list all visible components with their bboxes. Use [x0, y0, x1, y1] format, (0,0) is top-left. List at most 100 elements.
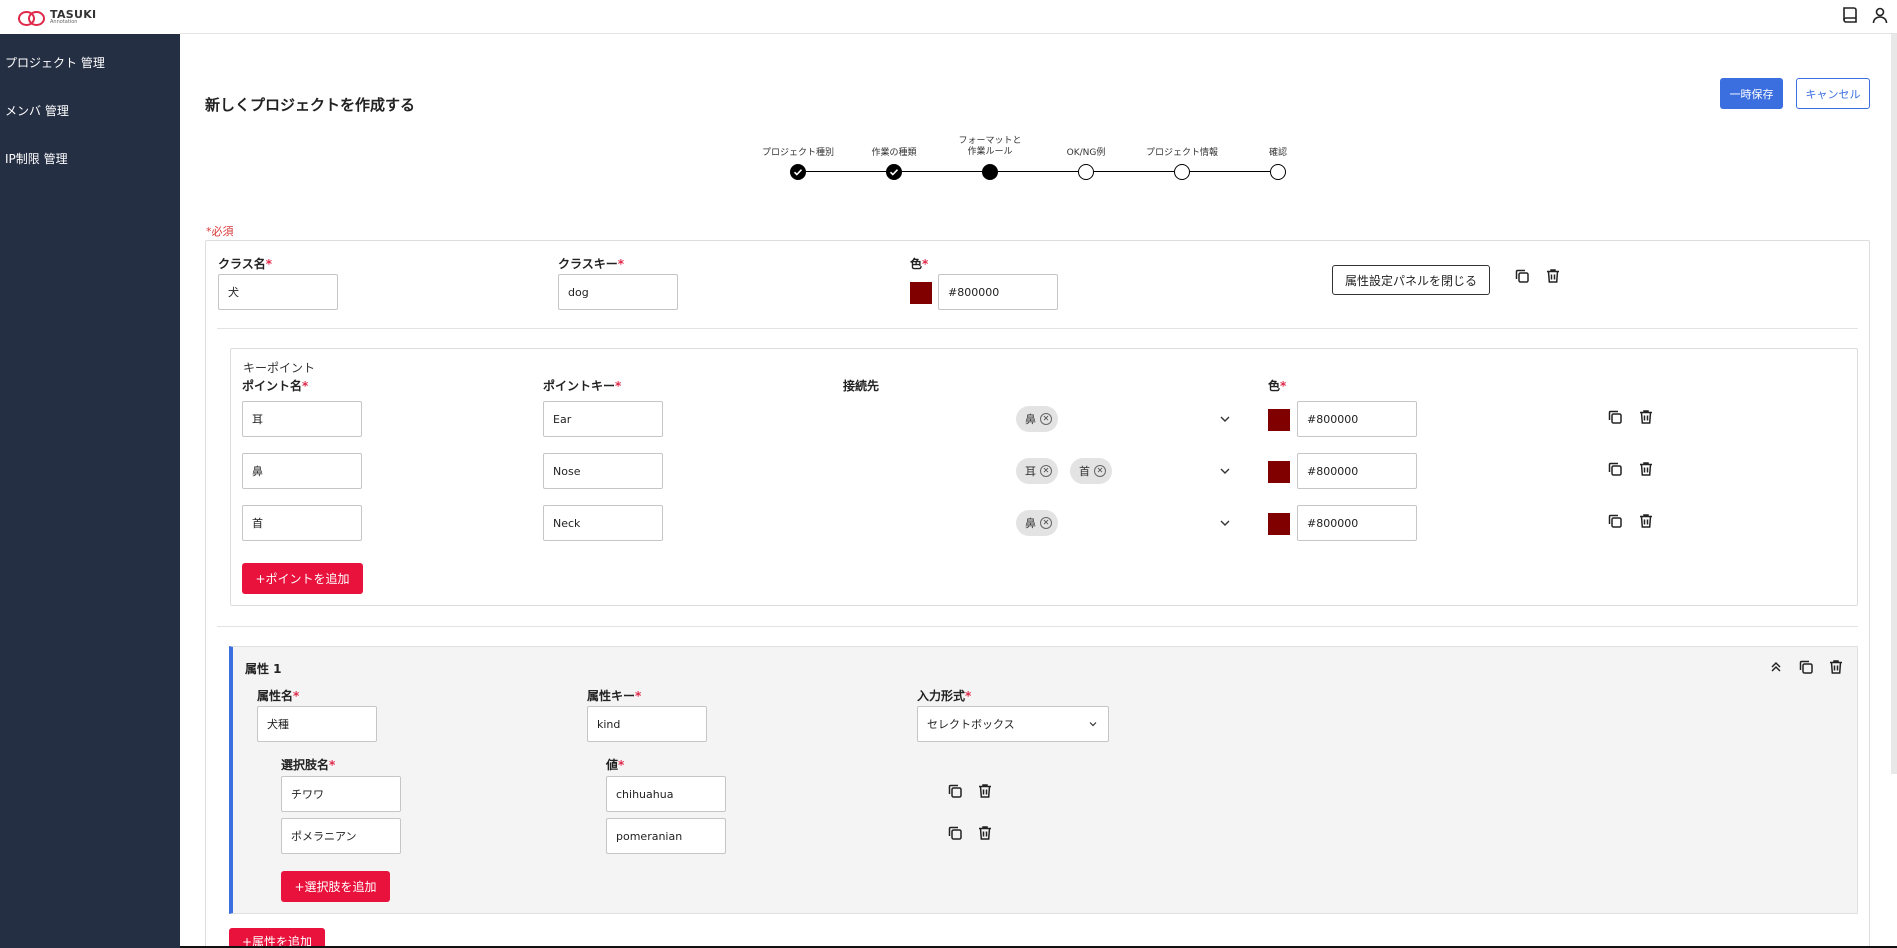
attribute-key-label: 属性キー* — [587, 689, 642, 703]
step-label-work-type: 作業の種類 — [871, 148, 917, 158]
logo-subtitle: Annotation — [50, 19, 78, 25]
sidebar-item-member-management[interactable]: メンバ 管理 — [5, 102, 69, 119]
remove-chip-icon[interactable]: ✕ — [1040, 465, 1052, 477]
keypoint-caption: キーポイント — [243, 361, 316, 375]
close-attribute-panel-button[interactable]: 属性設定パネルを閉じる — [1332, 265, 1490, 295]
add-attribute-button[interactable]: +属性を追加 — [229, 928, 325, 948]
point-color-input[interactable]: #800000 — [1297, 453, 1417, 489]
user-icon[interactable] — [1870, 5, 1890, 25]
input-type-value: セレクトボックス — [927, 718, 1015, 731]
point-name-input[interactable]: 鼻 — [242, 453, 362, 489]
step-label-format-rules: フォーマットと 作業ルール — [958, 136, 1022, 157]
connection-chip[interactable]: 耳 ✕ — [1016, 458, 1058, 484]
copy-icon[interactable] — [945, 781, 965, 801]
attribute-name-input[interactable]: 犬種 — [257, 706, 377, 742]
attribute-panel — [229, 646, 1858, 914]
step-dot-pending — [1270, 164, 1286, 180]
copy-icon[interactable] — [1605, 459, 1625, 479]
class-key-label: クラスキー* — [558, 257, 625, 271]
connection-chip[interactable]: 首 ✕ — [1070, 458, 1112, 484]
trash-icon[interactable] — [975, 823, 995, 843]
input-type-label: 入力形式* — [917, 689, 972, 703]
class-key-input[interactable]: dog — [558, 274, 678, 310]
option-value-input[interactable]: pomeranian — [606, 818, 726, 854]
point-color-swatch[interactable] — [1268, 513, 1290, 535]
copy-icon[interactable] — [945, 823, 965, 843]
connection-chip[interactable]: 鼻 ✕ — [1016, 510, 1058, 536]
attribute-title: 属性 1 — [245, 662, 282, 676]
point-color-swatch[interactable] — [1268, 409, 1290, 431]
trash-icon[interactable] — [1543, 266, 1563, 286]
page-title: 新しくプロジェクトを作成する — [205, 96, 416, 114]
copy-icon[interactable] — [1512, 266, 1532, 286]
step-dot-current — [982, 164, 998, 180]
trash-icon[interactable] — [1636, 459, 1656, 479]
point-color-swatch[interactable] — [1268, 461, 1290, 483]
add-point-button[interactable]: +ポイントを追加 — [242, 563, 363, 594]
scrollbar[interactable] — [1891, 34, 1897, 774]
remove-chip-icon[interactable]: ✕ — [1040, 517, 1052, 529]
option-value-input[interactable]: chihuahua — [606, 776, 726, 812]
point-key-input[interactable]: Nose — [543, 453, 663, 489]
class-name-label: クラス名* — [218, 257, 273, 271]
book-icon[interactable] — [1840, 5, 1860, 25]
trash-icon[interactable] — [975, 781, 995, 801]
input-type-select[interactable]: セレクトボックス — [917, 706, 1109, 742]
app-logo[interactable]: TASUKI Annotation — [0, 0, 180, 34]
point-color-input[interactable]: #800000 — [1297, 505, 1417, 541]
option-name-input[interactable]: ポメラニアン — [281, 818, 401, 854]
required-note: *必須 — [206, 225, 234, 238]
trash-icon[interactable] — [1826, 657, 1846, 677]
point-key-header: ポイントキー* — [543, 379, 622, 393]
step-label-project-info: プロジェクト情報 — [1145, 148, 1218, 158]
class-color-input[interactable]: #800000 — [938, 274, 1058, 310]
point-key-input[interactable]: Neck — [543, 505, 663, 541]
top-bar — [180, 0, 1897, 34]
step-dot-done — [886, 164, 902, 180]
point-key-input[interactable]: Ear — [543, 401, 663, 437]
add-option-button[interactable]: +選択肢を追加 — [281, 871, 390, 902]
remove-chip-icon[interactable]: ✕ — [1040, 413, 1052, 425]
connection-header: 接続先 — [843, 379, 880, 393]
point-color-input[interactable]: #800000 — [1297, 401, 1417, 437]
attribute-key-input[interactable]: kind — [587, 706, 707, 742]
class-color-label: 色* — [910, 257, 929, 271]
cancel-button[interactable]: キャンセル — [1796, 78, 1870, 109]
connection-chip[interactable]: 鼻 ✕ — [1016, 406, 1058, 432]
trash-icon[interactable] — [1636, 511, 1656, 531]
trash-icon[interactable] — [1636, 407, 1656, 427]
point-name-header: ポイント名* — [242, 379, 309, 393]
point-name-input[interactable]: 耳 — [242, 401, 362, 437]
sidebar-item-project-management[interactable]: プロジェクト 管理 — [5, 54, 105, 71]
check-icon — [793, 169, 803, 176]
option-name-input[interactable]: チワワ — [281, 776, 401, 812]
point-name-input[interactable]: 首 — [242, 505, 362, 541]
chevron-down-icon[interactable] — [1218, 464, 1232, 478]
class-color-swatch[interactable] — [910, 282, 932, 304]
step-dot-pending — [1078, 164, 1094, 180]
option-name-label: 選択肢名* — [281, 758, 336, 772]
copy-icon[interactable] — [1605, 511, 1625, 531]
step-label-confirm: 確認 — [1268, 148, 1287, 158]
check-icon — [889, 169, 899, 176]
step-label-ok-ng: OK/NG例 — [1066, 148, 1106, 158]
step-connector — [998, 171, 1078, 172]
temporary-save-button[interactable]: 一時保存 — [1720, 78, 1783, 109]
remove-chip-icon[interactable]: ✕ — [1094, 465, 1106, 477]
class-name-input[interactable]: 犬 — [218, 274, 338, 310]
step-connector — [1190, 171, 1270, 172]
chevron-down-icon[interactable] — [1218, 516, 1232, 530]
sidebar-item-ip-restriction[interactable]: IP制限 管理 — [5, 150, 68, 167]
chevron-down-icon[interactable] — [1218, 412, 1232, 426]
step-dot-done — [790, 164, 806, 180]
step-connector — [902, 171, 982, 172]
logo-mark-icon — [18, 9, 45, 26]
copy-icon[interactable] — [1605, 407, 1625, 427]
copy-icon[interactable] — [1796, 657, 1816, 677]
chevrons-up-icon[interactable] — [1766, 657, 1786, 677]
step-label-project-type: プロジェクト種別 — [761, 148, 834, 158]
attribute-name-label: 属性名* — [257, 689, 300, 703]
point-color-header: 色* — [1268, 379, 1287, 393]
step-connector — [1094, 171, 1174, 172]
step-connector — [806, 171, 886, 172]
